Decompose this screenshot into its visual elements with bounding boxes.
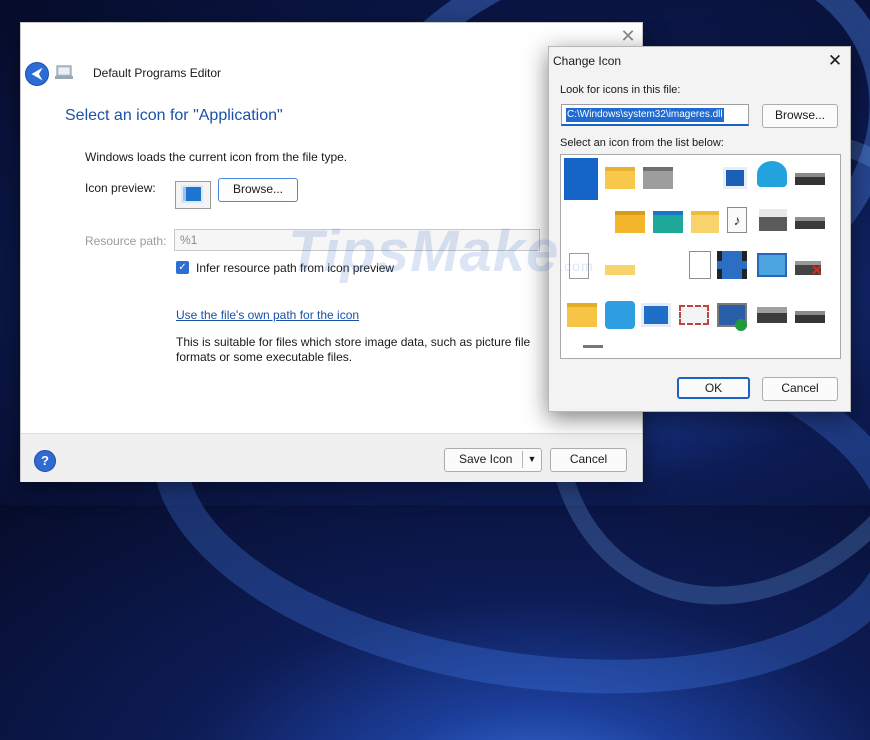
infer-path-label[interactable]: Infer resource path from icon preview: [196, 261, 394, 275]
window-icon[interactable]: [641, 303, 671, 327]
resource-path-label: Resource path:: [85, 234, 167, 248]
network-computer-icon[interactable]: [757, 161, 787, 187]
icon-preview: [175, 181, 211, 209]
music-file-icon[interactable]: ♪: [727, 207, 747, 233]
document-icon[interactable]: [569, 253, 589, 279]
select-icon-label: Select an icon from the list below:: [560, 137, 724, 149]
cancel-button[interactable]: Cancel: [762, 377, 838, 401]
infer-path-checkbox[interactable]: ✓: [176, 261, 189, 274]
preview-window-icon: [181, 185, 203, 203]
help-icon[interactable]: ?: [34, 450, 56, 472]
file-path-text: C:\Windows\system32\imageres.dll: [566, 108, 724, 122]
window-title: Default Programs Editor: [93, 66, 222, 80]
ok-button[interactable]: OK: [677, 377, 750, 399]
page-icon[interactable]: [689, 251, 711, 279]
error-x-icon: ✕: [811, 262, 823, 278]
drive-icon[interactable]: [583, 345, 603, 348]
browse-button[interactable]: Browse...: [218, 178, 298, 202]
folder-icon[interactable]: [605, 167, 635, 189]
own-path-note: This is suitable for files which store i…: [176, 335, 531, 364]
app-icon: [55, 65, 73, 79]
printer-icon[interactable]: [759, 209, 787, 231]
light-folder-icon[interactable]: [691, 211, 719, 233]
change-icon-dialog: Change Icon ✕ Look for icons in this fil…: [548, 46, 851, 412]
page-heading: Select an icon for "Application": [65, 107, 283, 124]
picture-icon[interactable]: [723, 167, 747, 189]
teal-folder-icon[interactable]: [653, 211, 683, 233]
drive-icon[interactable]: [795, 311, 825, 323]
split-divider: [522, 451, 523, 468]
dashed-frame-icon[interactable]: [679, 305, 709, 325]
dialog-footer: ? Save Icon ▼ Cancel: [21, 433, 642, 482]
icon-list[interactable]: ♪ ✕: [560, 154, 841, 359]
search-folder-icon[interactable]: [605, 301, 635, 329]
dialog-title: Change Icon: [553, 54, 622, 68]
selected-blank-icon[interactable]: [564, 158, 598, 200]
display-settings-icon[interactable]: [757, 253, 787, 277]
flat-folder-icon[interactable]: [605, 265, 635, 275]
save-icon-label: Save Icon: [459, 452, 513, 466]
drive-icon[interactable]: [757, 307, 787, 323]
film-icon[interactable]: [717, 251, 747, 279]
gray-folder-icon[interactable]: [643, 167, 673, 189]
drive-icon[interactable]: [795, 173, 825, 185]
resource-path-input[interactable]: [174, 229, 540, 251]
file-path-input[interactable]: C:\Windows\system32\imageres.dll: [561, 104, 749, 126]
folder-icon[interactable]: [567, 303, 597, 327]
close-icon[interactable]: ✕: [618, 26, 638, 46]
back-arrow-icon[interactable]: ⮜: [25, 62, 49, 86]
cancel-button[interactable]: Cancel: [550, 448, 627, 472]
own-path-link[interactable]: Use the file's own path for the icon: [176, 308, 359, 322]
dropdown-arrow-icon[interactable]: ▼: [525, 449, 539, 470]
close-icon[interactable]: ✕: [825, 51, 845, 71]
description-text: Windows loads the current icon from the …: [85, 150, 348, 164]
save-icon-button[interactable]: Save Icon ▼: [444, 448, 542, 472]
check-badge-icon: [735, 319, 747, 331]
look-for-icons-label: Look for icons in this file:: [560, 84, 681, 96]
browse-button[interactable]: Browse...: [762, 104, 838, 128]
icon-preview-label: Icon preview:: [85, 181, 156, 195]
folder-icon[interactable]: [615, 211, 645, 233]
drive-icon[interactable]: [795, 217, 825, 229]
